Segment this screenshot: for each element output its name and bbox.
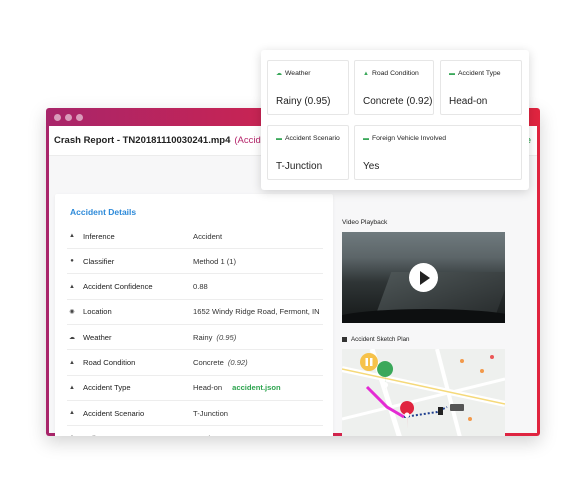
road-icon: ▲ (363, 70, 369, 77)
car-icon: ▬ (449, 70, 455, 77)
window-maximize-dot[interactable] (76, 113, 83, 121)
card-accident-scenario: ▬ Accident Scenario T-Junction (267, 125, 349, 180)
card-accident-type: ▬ Accident Type Head-on (440, 60, 522, 115)
car-icon: ▬ (276, 135, 282, 142)
card-label: Weather (285, 70, 311, 77)
summary-cards-panel: ☁ Weather Rainy (0.95) ▲ Road Condition Co… (261, 50, 529, 190)
weather-cloud-icon: ☁ (276, 71, 282, 77)
car-icon: ▬ (363, 135, 369, 142)
card-weather: ☁ Weather Rainy (0.95) (267, 60, 349, 115)
detail-row: ◉ Location 1652 Windy Ridge Road, Fermont,… (67, 300, 323, 325)
detail-row: ☁ Weather Rainy (0.95) (67, 325, 323, 351)
detail-row: ⬟ Police ReportYes / No (67, 426, 323, 436)
card-label: Accident Scenario (285, 135, 340, 142)
detail-value: Yes / No (193, 434, 221, 436)
detail-row: ▲ Road Condition Concrete (0.92) (67, 351, 323, 376)
location-pin-icon: ◉ (69, 309, 75, 316)
detail-value: T-Junction (193, 408, 229, 418)
sketch-plan-title-row: Accident Sketch Plan (342, 336, 409, 343)
detail-label: Police Report (83, 434, 193, 436)
detail-label: Accident Confidence (83, 282, 153, 292)
video-frame-hood (342, 309, 505, 323)
detail-label: Accident Type (83, 383, 131, 393)
report-title: Crash Report - TN20181110030241.mp4 (54, 135, 231, 146)
card-label: Foreign Vehicle Involved (372, 135, 447, 142)
accident-details-card: Accident Details ▲ Inference Accident ● Clas… (55, 194, 333, 436)
sketch-map-graphic (342, 349, 505, 436)
card-foreign-vehicle: ▬ Foreign Vehicle Involved Yes (354, 125, 522, 180)
detail-row: ▲ Inference Accident (67, 224, 323, 249)
card-value: Concrete (0.92) (363, 96, 433, 107)
accident-details-title: Accident Details (70, 207, 137, 217)
stage: Crash Report - TN20181110030241.mp4 (Acc… (0, 0, 585, 486)
weather-cloud-icon: ☁ (69, 334, 75, 341)
car-icon: ▲ (69, 233, 75, 239)
detail-value: Accident (193, 231, 223, 241)
card-value: Head-on (449, 96, 488, 107)
detail-value: Method 1 (1) (193, 256, 237, 266)
sketch-plan-title: Accident Sketch Plan (351, 336, 410, 343)
card-value: T-Junction (276, 161, 323, 172)
detail-row: ▲ Accident Scenario T-Junction (67, 401, 323, 427)
detail-score: (0.92) (227, 358, 248, 367)
detail-row: ▲ Accident Confidence 0.88 (67, 275, 323, 300)
card-value: Yes (363, 161, 380, 172)
classifier-icon: ● (70, 258, 74, 265)
detail-label: Inference (83, 231, 115, 241)
card-value: Rainy (0.95) (276, 96, 331, 107)
detail-label: Weather (83, 332, 112, 342)
video-playback-title: Video Playback (342, 219, 388, 226)
detail-label: Accident Scenario (83, 408, 145, 418)
json-link[interactable]: accident.json (232, 383, 281, 392)
car-icon: ▲ (69, 283, 75, 290)
police-badge-icon: ⬟ (67, 435, 77, 437)
window-close-dot[interactable] (54, 113, 61, 121)
car-icon: ▲ (69, 410, 75, 417)
window-minimize-dot[interactable] (65, 113, 72, 121)
detail-value: Head-on (193, 383, 223, 393)
detail-row: ▲ Accident Type Head-on accident.json (67, 376, 323, 401)
card-label: Accident Type (458, 70, 501, 77)
play-icon (420, 270, 430, 285)
detail-score: (0.95) (216, 332, 237, 342)
detail-row: ● Classifier Method 1 (1) (67, 249, 323, 275)
card-road-condition: ▲ Road Condition Concrete (0.92) (354, 60, 434, 115)
detail-label: Road Condition (83, 358, 136, 367)
video-player[interactable] (342, 232, 505, 323)
sketch-map[interactable] (342, 349, 505, 436)
road-icon: ▲ (69, 359, 75, 366)
car-icon: ▲ (69, 384, 75, 391)
detail-value: 1652 Windy Ridge Road, Fermont, IN (193, 307, 320, 317)
detail-value: Concrete (193, 358, 224, 367)
content-area: Accident Details ▲ Inference Accident ● Clas… (49, 156, 537, 436)
detail-label: Classifier (83, 256, 115, 266)
detail-label: Location (83, 307, 112, 317)
card-label: Road Condition (371, 70, 419, 77)
detail-value: 0.88 (193, 282, 208, 292)
play-button[interactable] (409, 263, 438, 292)
detail-value: Rainy (193, 332, 213, 342)
sketch-plan-icon (342, 337, 347, 342)
